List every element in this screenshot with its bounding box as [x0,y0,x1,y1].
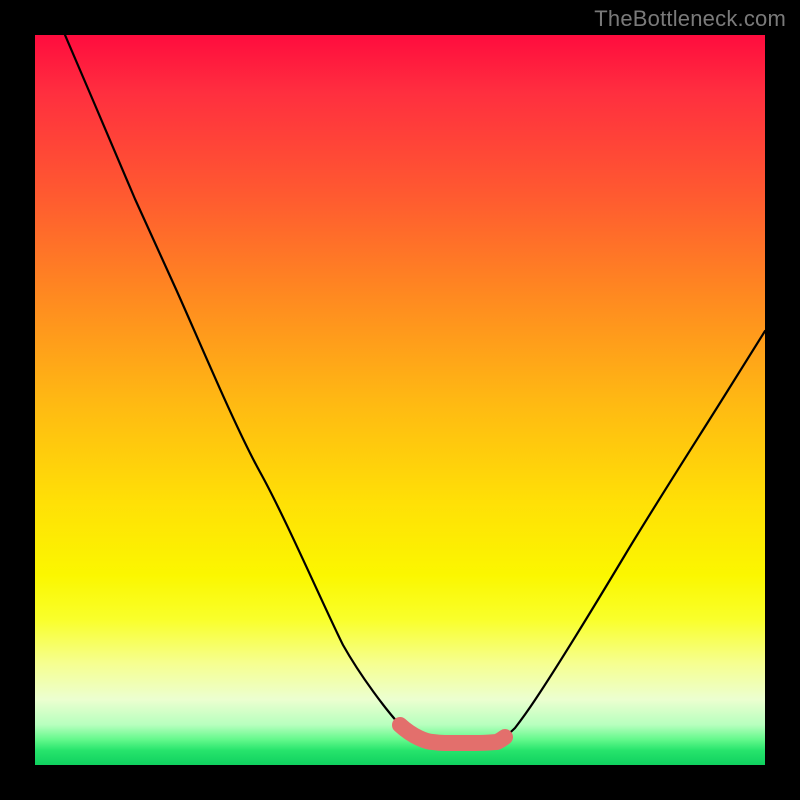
watermark-text: TheBottleneck.com [594,6,786,32]
chart-frame: TheBottleneck.com [0,0,800,800]
valley-highlight-path [400,725,505,743]
curve-layer [35,35,765,765]
bottleneck-curve-path [65,35,765,743]
plot-area [35,35,765,765]
